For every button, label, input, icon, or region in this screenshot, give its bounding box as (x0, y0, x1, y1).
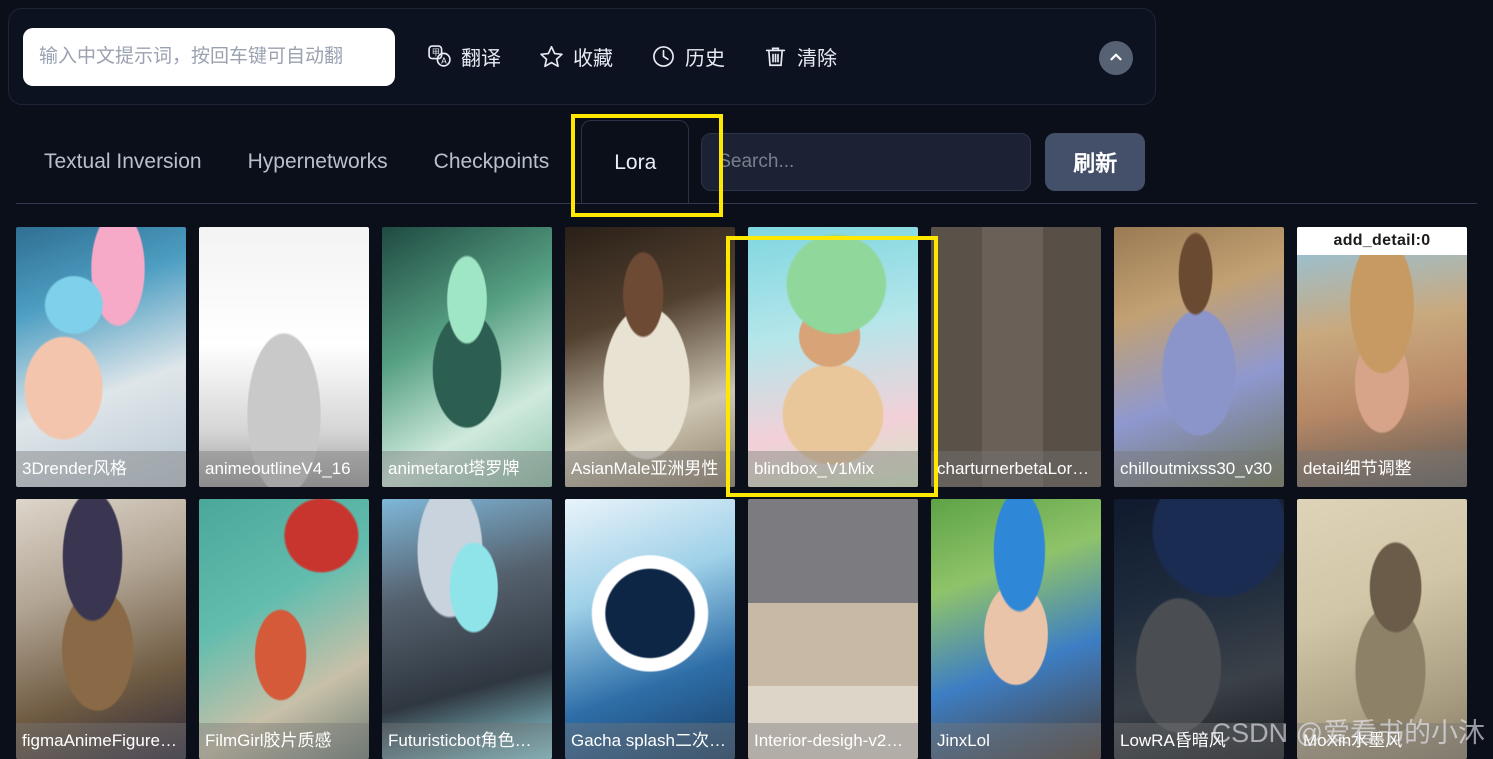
card-thumbnail (1114, 227, 1284, 487)
history-button[interactable]: 历史 (649, 38, 727, 75)
chevron-up-icon (1107, 48, 1125, 69)
card-label: JinxLol (931, 723, 1101, 759)
lora-card[interactable]: Futuristicbot角色… (382, 499, 552, 759)
lora-card[interactable]: figmaAnimeFigure… (16, 499, 186, 759)
prompt-panel: 甲 A 翻译 收藏 历史 (8, 8, 1156, 105)
card-label: blindbox_V1Mix (748, 451, 918, 487)
clear-label: 清除 (797, 48, 837, 70)
lora-card[interactable]: MoXin水墨风 (1297, 499, 1467, 759)
tab-hypernetworks[interactable]: Hypernetworks (234, 150, 402, 174)
card-thumbnail (382, 499, 552, 759)
tab-lora[interactable]: Lora (581, 120, 690, 204)
card-thumbnail (382, 227, 552, 487)
svg-text:A: A (441, 55, 447, 65)
history-label: 历史 (685, 48, 725, 70)
card-label: MoXin水墨风 (1297, 723, 1467, 759)
prompt-toolbar: 甲 A 翻译 收藏 历史 清除 (425, 38, 839, 75)
card-label: Interior-desigh-v2… (748, 723, 918, 759)
lora-card[interactable]: AsianMale亚洲男性 (565, 227, 735, 487)
clear-button[interactable]: 清除 (761, 38, 839, 75)
lora-card[interactable]: animeoutlineV4_16 (199, 227, 369, 487)
card-label: Futuristicbot角色… (382, 723, 552, 759)
lora-card[interactable]: animetarot塔罗牌 (382, 227, 552, 487)
card-tooltip: add_detail:0 (1297, 227, 1467, 255)
card-label: animetarot塔罗牌 (382, 451, 552, 487)
card-thumbnail (16, 499, 186, 759)
card-label: LowRA昏暗风 (1114, 723, 1284, 759)
tab-checkpoints[interactable]: Checkpoints (420, 150, 564, 174)
clock-icon (651, 44, 676, 69)
tabbar-divider (16, 203, 1477, 204)
card-label: chilloutmixss30_v30 (1114, 451, 1284, 487)
translate-label: 翻译 (461, 48, 501, 70)
translate-button[interactable]: 甲 A 翻译 (425, 38, 503, 75)
favorite-button[interactable]: 收藏 (537, 38, 615, 75)
card-label: 3Drender风格 (16, 451, 186, 487)
card-thumbnail (565, 499, 735, 759)
tab-textual-inversion[interactable]: Textual Inversion (30, 150, 216, 174)
lora-card[interactable]: FilmGirl胶片质感 (199, 499, 369, 759)
card-label: FilmGirl胶片质感 (199, 723, 369, 759)
model-tabbar: Textual Inversion Hypernetworks Checkpoi… (0, 120, 1160, 204)
search-input[interactable] (701, 133, 1032, 191)
card-thumbnail (1297, 227, 1467, 487)
lora-card[interactable]: LowRA昏暗风 (1114, 499, 1284, 759)
card-thumbnail (1297, 499, 1467, 759)
lora-card[interactable]: Interior-desigh-v2… (748, 499, 918, 759)
card-thumbnail (199, 227, 369, 487)
card-label: charturnerbetaLor… (931, 451, 1101, 487)
card-label: AsianMale亚洲男性 (565, 451, 735, 487)
card-thumbnail (16, 227, 186, 487)
refresh-button[interactable]: 刷新 (1045, 133, 1146, 191)
prompt-input[interactable] (23, 27, 395, 86)
lora-card[interactable]: chilloutmixss30_v30 (1114, 227, 1284, 487)
card-thumbnail (565, 227, 735, 487)
lora-card[interactable]: add_detail:0 detail细节调整 (1297, 227, 1467, 487)
lora-card[interactable]: 3Drender风格 (16, 227, 186, 487)
lora-card[interactable]: blindbox_V1Mix (748, 227, 918, 487)
lora-card[interactable]: JinxLol (931, 499, 1101, 759)
card-label: Gacha splash二次… (565, 723, 735, 759)
card-thumbnail (199, 499, 369, 759)
card-thumbnail (931, 499, 1101, 759)
svg-text:甲: 甲 (432, 47, 440, 57)
lora-card[interactable]: charturnerbetaLor… (931, 227, 1101, 487)
trash-icon (763, 44, 788, 69)
card-label: figmaAnimeFigure… (16, 723, 186, 759)
favorite-label: 收藏 (573, 48, 613, 70)
collapse-panel-button[interactable] (1099, 41, 1133, 75)
card-thumbnail (1114, 499, 1284, 759)
lora-card-grid: 3Drender风格 animeoutlineV4_16 animetarot塔罗牌… (16, 227, 1477, 759)
lora-card[interactable]: Gacha splash二次… (565, 499, 735, 759)
card-label: detail细节调整 (1297, 451, 1467, 487)
translate-icon: 甲 A (427, 44, 452, 69)
card-thumbnail (931, 227, 1101, 487)
card-thumbnail (748, 499, 918, 759)
star-icon (539, 44, 564, 69)
card-label: animeoutlineV4_16 (199, 451, 369, 487)
card-thumbnail (748, 227, 918, 487)
